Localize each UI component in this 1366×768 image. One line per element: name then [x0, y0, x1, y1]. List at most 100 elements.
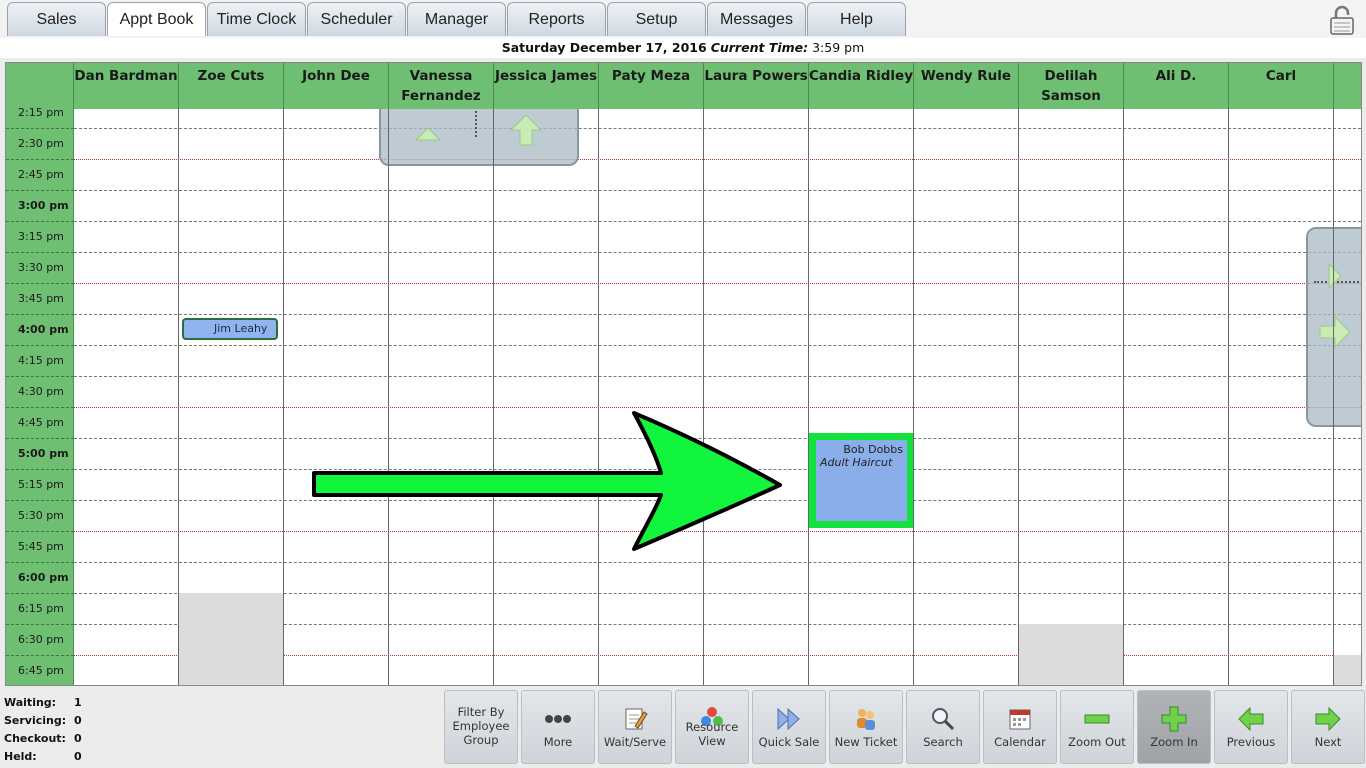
new-ticket-button[interactable]: New Ticket [829, 690, 903, 764]
resource-view-button[interactable]: Resource View [675, 690, 749, 764]
arrow-left-icon [1215, 705, 1287, 733]
time-slot-line [6, 438, 74, 439]
time-slot-line [6, 314, 74, 315]
scroll-right-large-icon[interactable] [1318, 315, 1352, 349]
arrow-right-icon [1292, 705, 1364, 733]
time-label: 3:45 pm [18, 292, 64, 305]
button-label: Previous [1226, 735, 1276, 749]
employee-column-header[interactable]: Delilah Samson [1019, 63, 1124, 109]
employee-column-header[interactable]: Zoe Cuts [179, 63, 284, 109]
time-slot-line [74, 221, 1361, 222]
time-slot-line [74, 128, 1361, 129]
tab-time-clock[interactable]: Time Clock [207, 2, 306, 36]
time-label: 6:00 pm [18, 571, 69, 584]
lock-icon[interactable] [1328, 4, 1356, 36]
unavailable-block [1019, 624, 1124, 685]
column-divider [1228, 109, 1229, 685]
tab-sales[interactable]: Sales [7, 2, 106, 36]
schedule-grid[interactable]: Jim Leahy Bob Dobbs Adult Haircut [74, 109, 1361, 685]
tab-manager[interactable]: Manager [407, 2, 506, 36]
zoom-in-button[interactable]: Zoom In [1137, 690, 1211, 764]
tab-help[interactable]: Help [807, 2, 906, 36]
time-label: 3:00 pm [18, 199, 69, 212]
tab-reports[interactable]: Reports [507, 2, 606, 36]
calendar-icon [984, 705, 1056, 733]
time-slot-line [6, 283, 74, 284]
column-divider [703, 109, 704, 685]
column-divider [1333, 109, 1334, 685]
employee-column-header[interactable]: Carl [1229, 63, 1334, 109]
column-divider [178, 109, 179, 685]
time-slot-line [74, 159, 1361, 160]
button-label: Filter By Employee Group [452, 705, 510, 747]
time-slot-line [74, 252, 1361, 253]
time-slot-line [74, 376, 1361, 377]
more-button[interactable]: More [521, 690, 595, 764]
button-label: Wait/Serve [603, 735, 667, 749]
employee-column-header[interactable]: Laura Powers [704, 63, 809, 109]
unavailable-block [1334, 655, 1361, 685]
calendar-button[interactable]: Calendar [983, 690, 1057, 764]
wait-serve-button[interactable]: Wait/Serve [598, 690, 672, 764]
time-label: 6:30 pm [18, 633, 64, 646]
scroll-right-small-icon[interactable] [1328, 263, 1342, 289]
time-column: 2:15 pm 2:30 pm 2:45 pm 3:00 pm 3:15 pm 3:30 … [6, 63, 74, 685]
time-slot-line [74, 345, 1361, 346]
appointment-bob-dobbs[interactable]: Bob Dobbs Adult Haircut [809, 433, 914, 528]
time-slot-line [6, 624, 74, 625]
time-slot-line [6, 345, 74, 346]
waiting-label: Waiting: [4, 696, 57, 709]
previous-button[interactable]: Previous [1214, 690, 1288, 764]
tab-scheduler[interactable]: Scheduler [307, 2, 406, 36]
quick-sale-button[interactable]: Quick Sale [752, 690, 826, 764]
appointment-jim-leahy[interactable]: Jim Leahy [182, 318, 278, 340]
panel-divider [475, 111, 477, 137]
tab-setup[interactable]: Setup [607, 2, 706, 36]
time-slot-line [6, 500, 74, 501]
employee-column-header[interactable]: Dan Bardman [74, 63, 179, 109]
current-time-label: Current Time: [710, 40, 809, 55]
time-slot-line [6, 562, 74, 563]
button-label: Resource View [685, 720, 739, 748]
scroll-up-large-icon[interactable] [509, 113, 543, 147]
fast-forward-icon [753, 705, 825, 733]
button-label: Zoom In [1150, 735, 1198, 749]
time-slot-line [6, 655, 74, 656]
employee-column-header[interactable]: Jessica James [494, 63, 599, 109]
employee-column-header[interactable]: Candia Ridley [809, 63, 914, 109]
zoom-out-button[interactable]: Zoom Out [1060, 690, 1134, 764]
search-button[interactable]: Search [906, 690, 980, 764]
time-label: 6:15 pm [18, 602, 64, 615]
tab-messages[interactable]: Messages [707, 2, 806, 36]
employee-column-header[interactable]: Wendy Rule [914, 63, 1019, 109]
tab-appt-book[interactable]: Appt Book [107, 2, 206, 36]
people-icon [830, 705, 902, 733]
employee-column-header[interactable]: Ali D. [1124, 63, 1229, 109]
magnifier-icon [907, 705, 979, 733]
filter-by-employee-group-button[interactable]: Filter By Employee Group [444, 690, 518, 764]
time-label: 2:45 pm [18, 168, 64, 181]
employee-column-header[interactable]: John Dee [284, 63, 389, 109]
time-label: 4:45 pm [18, 416, 64, 429]
time-slot-line [6, 531, 74, 532]
time-label: 4:00 pm [18, 323, 69, 336]
scroll-up-small-icon[interactable] [415, 127, 441, 141]
employee-column-header[interactable]: Ed [1334, 63, 1361, 109]
checkout-label: Checkout: [4, 732, 66, 745]
column-divider [1018, 109, 1019, 685]
appointment-service: Adult Haircut [820, 456, 893, 469]
next-button[interactable]: Next [1291, 690, 1365, 764]
time-slot-line [6, 252, 74, 253]
held-label: Held: [4, 750, 37, 763]
queue-status: Waiting: 1 Servicing: 0 Checkout: 0 Held: 0 [4, 694, 90, 766]
button-label: Next [1314, 735, 1342, 749]
time-label: 4:15 pm [18, 354, 64, 367]
checkout-count: 0 [74, 732, 82, 745]
employee-column-header[interactable]: Paty Meza [599, 63, 704, 109]
button-label: Zoom Out [1068, 735, 1126, 749]
time-slot-line [74, 283, 1361, 284]
employee-column-header[interactable]: Vanessa Fernandez [389, 63, 494, 109]
appointment-grid: 2:15 pm 2:30 pm 2:45 pm 3:00 pm 3:15 pm 3:30 … [5, 62, 1362, 686]
column-divider [808, 109, 809, 685]
column-divider [283, 109, 284, 685]
